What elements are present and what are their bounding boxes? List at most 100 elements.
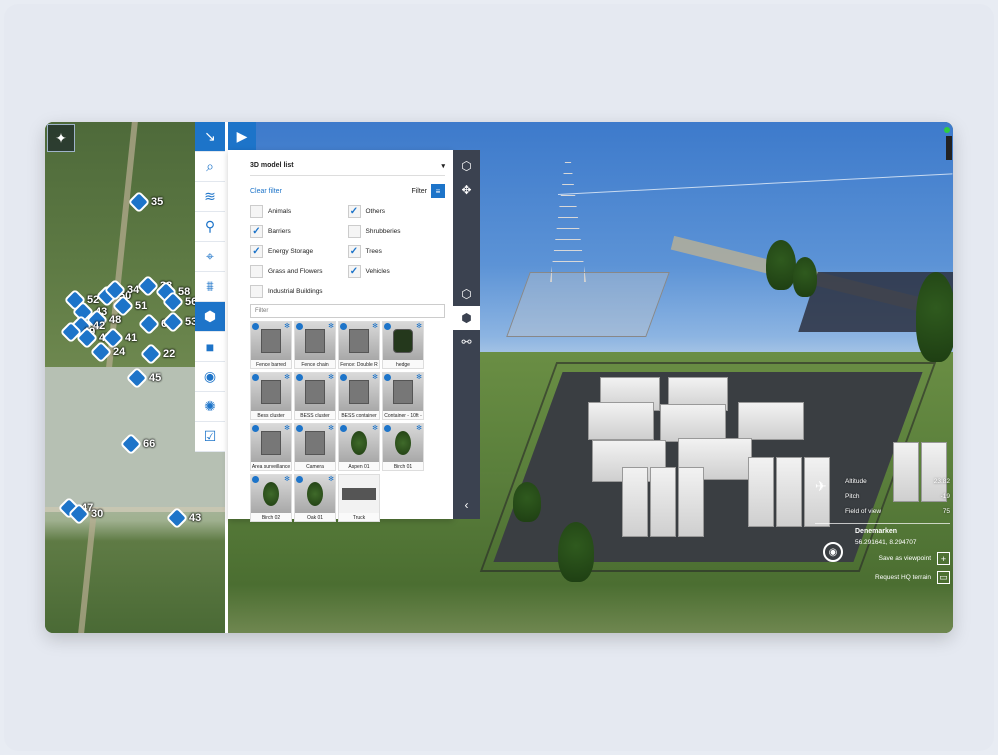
- category-vehicles[interactable]: ✓ Vehicles: [347, 264, 446, 278]
- checkbox[interactable]: [347, 224, 361, 238]
- cube-icon[interactable]: ■: [195, 332, 225, 362]
- model-filter-input[interactable]: Filter: [250, 304, 445, 318]
- category-energy-storage[interactable]: ✓ Energy Storage: [250, 244, 348, 258]
- 3d-box-icon[interactable]: ⬡: [453, 282, 480, 306]
- layers-icon[interactable]: ≋: [195, 182, 225, 212]
- model-tile[interactable]: ✻ Area surveillance: [250, 423, 292, 471]
- info-icon[interactable]: [296, 323, 303, 330]
- checkbox[interactable]: ✓: [347, 264, 361, 278]
- bess-container[interactable]: [660, 404, 726, 442]
- model-tile[interactable]: ✻ Fence chain: [294, 321, 336, 369]
- gear-icon[interactable]: ✻: [416, 322, 422, 330]
- checkbox[interactable]: ✓: [250, 224, 263, 238]
- bess-container[interactable]: [678, 467, 704, 537]
- model-tile[interactable]: ✻ Fence barred: [250, 321, 292, 369]
- model-tile[interactable]: ✻ Bess cluster: [250, 372, 292, 420]
- gear-icon[interactable]: ✻: [372, 322, 378, 330]
- request-hq-terrain-row[interactable]: Request HQ terrain ▭: [815, 571, 950, 584]
- select-arrow-icon[interactable]: ↘: [195, 122, 225, 152]
- gear-icon[interactable]: ✻: [328, 322, 334, 330]
- model-tile[interactable]: ✻ Oak 01: [294, 474, 336, 522]
- gear-icon[interactable]: ✻: [416, 424, 422, 432]
- model-tile[interactable]: ✻ BESS container: [338, 372, 380, 420]
- checkbox[interactable]: ✓: [347, 204, 361, 218]
- fence-icon[interactable]: ⩩: [195, 272, 225, 302]
- panel-header[interactable]: 3D model list ▾: [250, 156, 445, 176]
- settings-icon[interactable]: ✺: [195, 392, 225, 422]
- measure-icon[interactable]: ⌖: [195, 242, 225, 272]
- visibility-icon[interactable]: ◉: [195, 362, 225, 392]
- info-icon[interactable]: [296, 425, 303, 432]
- category-industrial-buildings[interactable]: Industrial Buildings: [250, 284, 348, 298]
- collapse-chevron-icon[interactable]: ‹: [453, 495, 480, 515]
- bess-container[interactable]: [748, 457, 774, 527]
- gear-icon[interactable]: ✻: [284, 424, 290, 432]
- category-others[interactable]: ✓ Others: [347, 204, 446, 218]
- gear-icon[interactable]: ✻: [284, 322, 290, 330]
- bess-container[interactable]: [776, 457, 802, 527]
- filter-icon[interactable]: ≡: [431, 184, 445, 198]
- gear-icon[interactable]: ✻: [328, 475, 334, 483]
- map-pin[interactable]: 53: [161, 310, 197, 334]
- gear-icon[interactable]: ✻: [372, 424, 378, 432]
- checkbox[interactable]: ✓: [347, 244, 361, 258]
- 3d-box-selected-icon[interactable]: ⬢: [453, 306, 480, 330]
- gear-icon[interactable]: ✻: [328, 373, 334, 381]
- map-pin[interactable]: 45: [125, 366, 161, 390]
- map-pin[interactable]: 22: [139, 342, 175, 366]
- category-animals[interactable]: Animals: [250, 204, 348, 218]
- map-pin[interactable]: 30: [67, 502, 103, 526]
- clear-filter-link[interactable]: Clear filter: [250, 188, 282, 195]
- category-shrubberies[interactable]: Shrubberies: [347, 224, 446, 238]
- bess-container[interactable]: [650, 467, 676, 537]
- info-icon[interactable]: [340, 323, 347, 330]
- model-tile[interactable]: ✻ BESS cluster: [294, 372, 336, 420]
- gear-icon[interactable]: ✻: [372, 373, 378, 381]
- info-icon[interactable]: [252, 476, 259, 483]
- map-pin[interactable]: 35: [127, 190, 163, 214]
- gear-icon[interactable]: ✻: [284, 373, 290, 381]
- gear-icon[interactable]: ✻: [416, 373, 422, 381]
- plus-icon[interactable]: +: [937, 552, 950, 565]
- gear-icon[interactable]: ✻: [328, 424, 334, 432]
- model-tile[interactable]: ✻ Fence: Double R: [338, 321, 380, 369]
- wind-turbine-icon[interactable]: ⚲: [195, 212, 225, 242]
- info-icon[interactable]: [252, 374, 259, 381]
- map-pin[interactable]: 56: [161, 290, 197, 314]
- info-icon[interactable]: [340, 374, 347, 381]
- checkbox[interactable]: ✓: [250, 244, 263, 258]
- model-tile[interactable]: ✻ Camera: [294, 423, 336, 471]
- info-icon[interactable]: [384, 374, 391, 381]
- info-icon[interactable]: [252, 425, 259, 432]
- share-node-icon[interactable]: ⚯: [453, 330, 480, 354]
- terrain-icon[interactable]: ▭: [937, 571, 950, 584]
- play-icon[interactable]: ▶: [228, 122, 256, 150]
- info-icon[interactable]: [340, 425, 347, 432]
- compass-logo-icon[interactable]: ✦: [47, 124, 75, 152]
- map-pin[interactable]: 66: [119, 432, 155, 456]
- category-barriers[interactable]: ✓ Barriers: [250, 224, 348, 238]
- bess-container[interactable]: [588, 402, 654, 440]
- gear-icon[interactable]: ✻: [284, 475, 290, 483]
- bess-container[interactable]: [622, 467, 648, 537]
- checkbox[interactable]: [250, 284, 263, 298]
- info-icon[interactable]: [296, 476, 303, 483]
- checkbox[interactable]: [250, 204, 263, 218]
- bess-container[interactable]: [738, 402, 804, 440]
- dropdown-icon[interactable]: ▾: [441, 162, 445, 170]
- model-tile[interactable]: Truck: [338, 474, 380, 522]
- model-tile[interactable]: ✻ Birch 01: [382, 423, 424, 471]
- info-icon[interactable]: [296, 374, 303, 381]
- model-tile[interactable]: ✻ hedge: [382, 321, 424, 369]
- category-grass-and-flowers[interactable]: Grass and Flowers: [250, 264, 348, 278]
- info-icon[interactable]: [384, 425, 391, 432]
- cube-view-icon[interactable]: ⬡: [453, 154, 480, 178]
- eye-compass-icon[interactable]: ◉: [823, 542, 843, 562]
- checkbox[interactable]: [250, 264, 263, 278]
- move-icon[interactable]: ✥: [453, 178, 480, 202]
- category-trees[interactable]: ✓ Trees: [347, 244, 446, 258]
- search-icon[interactable]: ⌕: [195, 152, 225, 182]
- map-pin[interactable]: 24: [89, 340, 125, 364]
- map-pin[interactable]: 43: [165, 506, 201, 530]
- info-icon[interactable]: [252, 323, 259, 330]
